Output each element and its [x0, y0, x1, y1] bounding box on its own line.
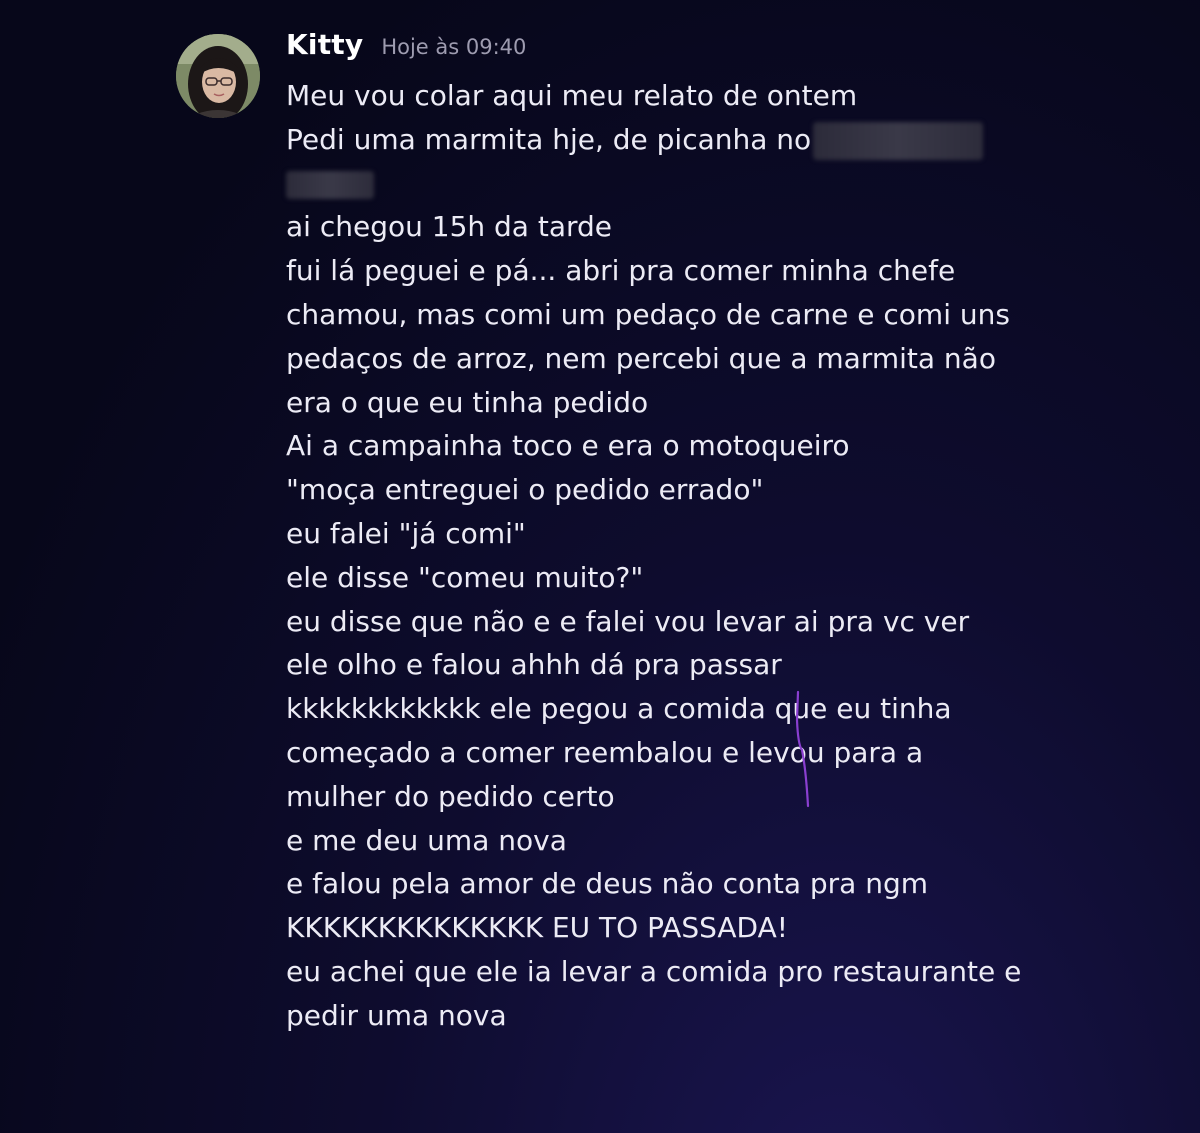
- message-line: Meu vou colar aqui meu relato de ontem: [286, 79, 858, 112]
- message-line: começado a comer reembalou e levou para …: [286, 735, 924, 769]
- message-line: ele olho e falou ahhh dá pra passar: [286, 648, 782, 682]
- message-line: eu falei "já comi": [286, 516, 526, 550]
- message-line: mulher do pedido certo: [286, 779, 615, 813]
- message-line-text: Pedi uma marmita hje, de picanha no: [286, 122, 812, 156]
- message-line: [286, 162, 1086, 206]
- message-line: Ai a campainha toco e era o motoqueiro: [286, 429, 850, 463]
- message-line: pedir uma nova: [286, 998, 507, 1032]
- avatar[interactable]: [176, 34, 260, 118]
- message-line: e me deu uma nova: [286, 823, 567, 857]
- message-line: "moça entreguei o pedido errado": [286, 473, 764, 507]
- message-body: Meu vou colar aqui meu relato de ontem P…: [286, 74, 1086, 1038]
- message-content: Kitty Hoje às 09:40 Meu vou colar aqui m…: [286, 28, 1086, 1038]
- username[interactable]: Kitty: [286, 28, 363, 61]
- timestamp[interactable]: Hoje às 09:40: [381, 35, 526, 59]
- message-line: pedaços de arroz, nem percebi que a marm…: [286, 341, 996, 375]
- redacted-spoiler[interactable]: [813, 121, 984, 160]
- message-line: era o que eu tinha pedido: [286, 385, 649, 419]
- pen-annotation-mark: [795, 690, 810, 808]
- message-line: ele disse "comeu muito?": [286, 560, 644, 594]
- avatar-image: [176, 34, 260, 118]
- message-line: eu disse que não e e falei vou levar ai …: [286, 604, 970, 638]
- message-line: fui lá peguei e pá... abri pra comer min…: [286, 254, 956, 288]
- message-line: KKKKKKKKKKKKKK EU TO PASSADA!: [286, 911, 789, 945]
- message-line: Pedi uma marmita hje, de picanha no: [286, 118, 1086, 162]
- message-line: chamou, mas comi um pedaço de carne e co…: [286, 297, 1010, 331]
- message-line: kkkkkkkkkkkk ele pegou a comida que eu t…: [286, 692, 952, 726]
- message-header: Kitty Hoje às 09:40: [286, 28, 1086, 72]
- message-line: ai chegou 15h da tarde: [286, 210, 613, 244]
- message-line: eu achei que ele ia levar a comida pro r…: [286, 954, 1022, 988]
- message-line: e falou pela amor de deus não conta pra …: [286, 867, 929, 901]
- redacted-spoiler[interactable]: [286, 170, 374, 199]
